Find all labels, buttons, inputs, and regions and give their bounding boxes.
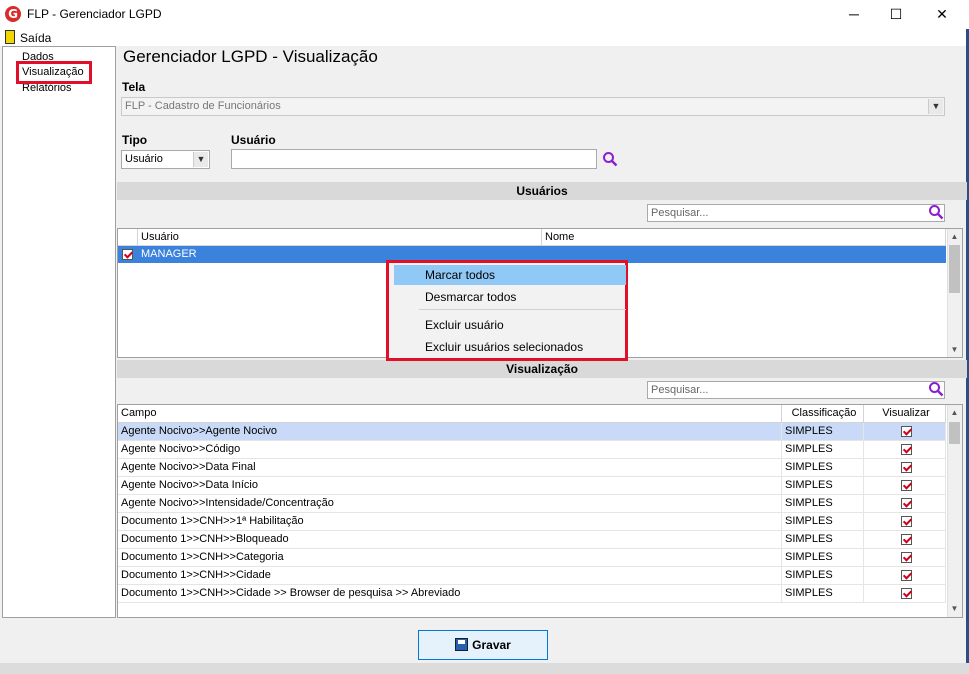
tela-select[interactable]: FLP - Cadastro de Funcionários ▼ — [121, 97, 945, 116]
scroll-up-icon[interactable]: ▲ — [947, 405, 962, 420]
classificacao-cell: SIMPLES — [782, 495, 864, 513]
menu-bar — [0, 29, 969, 46]
chevron-down-icon: ▼ — [928, 99, 943, 114]
visualizar-checkbox[interactable] — [900, 426, 912, 437]
menu-item-marcar-todos[interactable]: Marcar todos — [394, 265, 626, 285]
classificacao-cell: SIMPLES — [782, 423, 864, 441]
campo-cell[interactable]: Agente Nocivo>>Agente Nocivo — [118, 423, 782, 441]
usuarios-search-input[interactable]: Pesquisar... — [647, 204, 945, 222]
usuario-input[interactable] — [231, 149, 597, 169]
tela-label: Tela — [122, 80, 146, 94]
menu-separator — [419, 309, 626, 310]
campo-cell[interactable]: Agente Nocivo>>Intensidade/Concentração — [118, 495, 782, 513]
gravar-button[interactable]: Gravar — [418, 630, 548, 660]
row-checkbox[interactable] — [122, 249, 133, 260]
grid-header-check — [118, 229, 138, 246]
visualizar-checkbox[interactable] — [900, 462, 912, 473]
campo-cell[interactable]: Documento 1>>CNH>>Bloqueado — [118, 531, 782, 549]
visualizar-checkbox[interactable] — [900, 498, 912, 509]
visualizacao-section-header: Visualização — [117, 360, 967, 378]
page-title: Gerenciador LGPD - Visualização — [123, 47, 378, 66]
column-header-campo[interactable]: Campo — [118, 405, 782, 423]
visualizar-cell — [864, 585, 946, 603]
classificacao-cell: SIMPLES — [782, 585, 864, 603]
selection-highlight-box — [16, 61, 92, 84]
column-header-visualizar[interactable]: Visualizar — [864, 405, 946, 423]
scroll-down-icon[interactable]: ▼ — [947, 342, 962, 357]
context-menu: Marcar todos Desmarcar todos Excluir usu… — [386, 260, 628, 361]
visualizar-cell — [864, 567, 946, 585]
gravar-label: Gravar — [472, 638, 511, 652]
classificacao-cell: SIMPLES — [782, 567, 864, 585]
visualizacao-search-input[interactable]: Pesquisar... — [647, 381, 945, 399]
column-header-classificacao[interactable]: Classificação — [782, 405, 864, 423]
campo-cell[interactable]: Agente Nocivo>>Código — [118, 441, 782, 459]
tipo-select[interactable]: Usuário ▼ — [121, 150, 210, 169]
visualizar-cell — [864, 513, 946, 531]
search-icon[interactable] — [928, 204, 944, 220]
visualizar-cell — [864, 459, 946, 477]
column-header-nome[interactable]: Nome — [542, 229, 946, 246]
menu-item-excluir-selecionados[interactable]: Excluir usuários selecionados — [394, 337, 626, 357]
usuario-cell: MANAGER — [141, 248, 197, 260]
tipo-label: Tipo — [122, 133, 148, 147]
visualizar-checkbox[interactable] — [900, 444, 912, 455]
classificacao-cell: SIMPLES — [782, 513, 864, 531]
minimize-button[interactable]: ─ — [831, 0, 877, 29]
classificacao-cell: SIMPLES — [782, 549, 864, 567]
visualizar-cell — [864, 441, 946, 459]
classificacao-cell: SIMPLES — [782, 441, 864, 459]
classificacao-cell: SIMPLES — [782, 531, 864, 549]
visualizar-cell — [864, 477, 946, 495]
campo-cell[interactable]: Documento 1>>CNH>>Cidade >> Browser de p… — [118, 585, 782, 603]
maximize-button[interactable]: ☐ — [873, 0, 919, 29]
campo-cell[interactable]: Agente Nocivo>>Data Final — [118, 459, 782, 477]
close-button[interactable]: ✕ — [919, 0, 965, 29]
campo-cell[interactable]: Documento 1>>CNH>>Categoria — [118, 549, 782, 567]
usuarios-section-header: Usuários — [117, 182, 967, 200]
visualizar-checkbox[interactable] — [900, 480, 912, 491]
campo-cell[interactable]: Agente Nocivo>>Data Início — [118, 477, 782, 495]
usuario-label: Usuário — [231, 133, 276, 147]
exit-door-icon — [5, 30, 15, 44]
tipo-select-value: Usuário — [125, 153, 163, 165]
menu-saida[interactable]: Saída — [20, 31, 51, 45]
scroll-up-icon[interactable]: ▲ — [947, 229, 962, 244]
classificacao-cell: SIMPLES — [782, 459, 864, 477]
visualizar-checkbox[interactable] — [900, 570, 912, 581]
scroll-thumb[interactable] — [949, 422, 960, 444]
window-title: FLP - Gerenciador LGPD — [27, 7, 162, 21]
scroll-thumb[interactable] — [949, 245, 960, 293]
search-icon[interactable] — [928, 381, 944, 397]
campo-cell[interactable]: Documento 1>>CNH>>Cidade — [118, 567, 782, 585]
visualizar-cell — [864, 531, 946, 549]
visualizar-cell — [864, 423, 946, 441]
chevron-down-icon: ▼ — [193, 152, 208, 167]
save-disk-icon — [455, 638, 469, 651]
visualizar-cell — [864, 549, 946, 567]
visualizar-checkbox[interactable] — [900, 588, 912, 599]
classificacao-cell: SIMPLES — [782, 477, 864, 495]
navigation-tree — [2, 46, 116, 618]
visualizar-checkbox[interactable] — [900, 534, 912, 545]
visualizar-checkbox[interactable] — [900, 552, 912, 563]
menu-item-excluir-usuario[interactable]: Excluir usuário — [394, 315, 626, 335]
tela-select-value: FLP - Cadastro de Funcionários — [125, 100, 281, 112]
scroll-down-icon[interactable]: ▼ — [947, 601, 962, 616]
visualizar-cell — [864, 495, 946, 513]
menu-item-desmarcar-todos[interactable]: Desmarcar todos — [394, 287, 626, 307]
background-taskbar-strip — [0, 663, 969, 674]
column-header-usuario[interactable]: Usuário — [138, 229, 542, 246]
visualizar-checkbox[interactable] — [900, 516, 912, 527]
campo-cell[interactable]: Documento 1>>CNH>>1ª Habilitação — [118, 513, 782, 531]
search-icon[interactable] — [602, 151, 618, 167]
app-logo-icon: G — [5, 6, 21, 22]
